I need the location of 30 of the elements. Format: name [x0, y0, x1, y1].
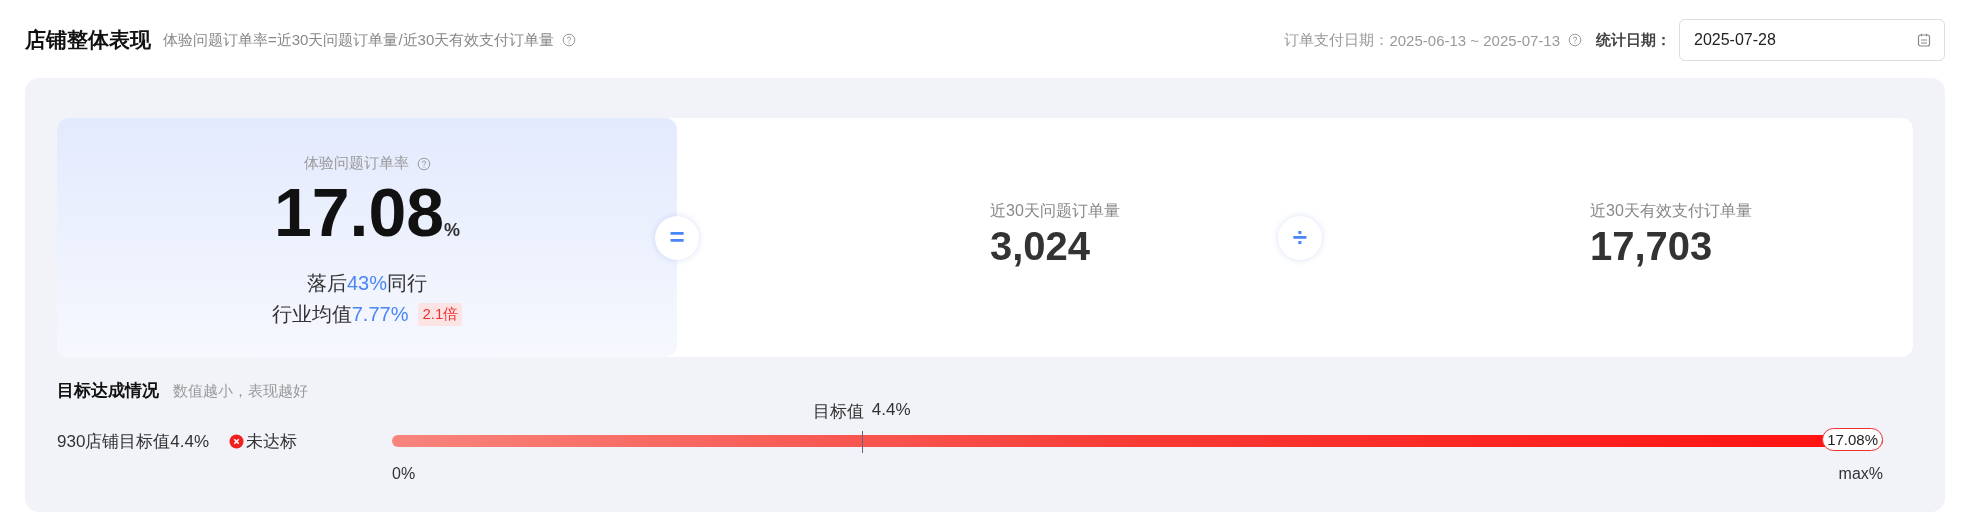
rank-text: 落后43%同行	[307, 270, 427, 296]
pay-date-range: 2025-06-13 ~ 2025-07-13	[1389, 31, 1560, 49]
marker-label: 目标值	[812, 401, 864, 423]
help-icon[interactable]	[416, 156, 431, 171]
section-title: 店铺整体表现	[25, 27, 151, 53]
metric-label: 体验问题订单率	[303, 154, 409, 173]
target-text: 930店铺目标值4.4%	[57, 430, 210, 453]
goal-hint: 数值越小，表现越好	[173, 382, 308, 401]
goal-title: 目标达成情况	[57, 380, 159, 402]
industry-label: 行业均值	[271, 301, 352, 327]
marker-value: 4.4%	[871, 400, 911, 421]
help-icon[interactable]	[562, 33, 577, 47]
formula-text: 体验问题订单率=近30天问题订单量/近30天有效支付订单量	[163, 30, 555, 50]
operator-symbol: ÷	[1278, 215, 1322, 260]
help-icon[interactable]	[1568, 33, 1582, 47]
metric-value: 17,703	[1590, 223, 1714, 269]
status-text: 未达标	[246, 430, 298, 453]
metric-label: 近30天有效支付订单量	[1590, 200, 1753, 221]
metric-value: 17.08	[273, 175, 445, 250]
date-field[interactable]: 2025-07-28	[1679, 19, 1945, 61]
metric-label: 近30天问题订单量	[990, 200, 1121, 221]
metric-value: 3,024	[990, 223, 1092, 269]
axis-start-label: 0%	[392, 465, 416, 483]
multiple-badge: 2.1倍	[418, 302, 463, 326]
axis-end-label: max%	[1838, 465, 1883, 483]
stat-date-label: 统计日期：	[1596, 30, 1671, 50]
calendar-icon[interactable]	[1916, 32, 1932, 48]
pay-date-label: 订单支付日期：	[1284, 30, 1390, 50]
industry-value: 7.77%	[351, 302, 409, 326]
metric-unit: %	[444, 220, 461, 241]
